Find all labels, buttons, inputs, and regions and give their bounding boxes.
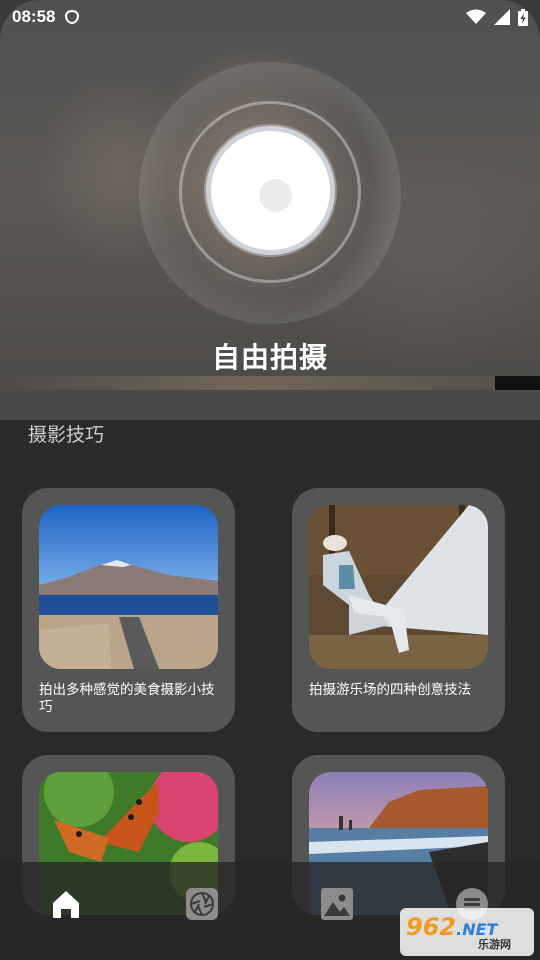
section-title: 摄影技巧	[28, 424, 105, 446]
battery-icon	[518, 8, 528, 26]
hero-title[interactable]: 自由拍摄	[0, 336, 540, 376]
woman-tent-camping-photo	[309, 505, 488, 669]
status-icons	[466, 8, 528, 26]
tip-card[interactable]: 拍摄游乐场的四种创意技法	[292, 488, 505, 732]
watermark-logo: 962	[406, 912, 457, 941]
nav-home[interactable]	[46, 884, 86, 924]
tip-card-label: 拍出多种感觉的美食摄影小技巧	[39, 682, 215, 715]
free-shoot-button[interactable]	[206, 126, 335, 255]
mountain-lake-road-photo	[39, 505, 218, 669]
hero-divider-band	[0, 376, 495, 390]
tip-card[interactable]: 拍出多种感觉的美食摄影小技巧	[22, 488, 235, 732]
nav-gallery[interactable]	[317, 884, 357, 924]
site-watermark: 962 .NET 乐游网	[400, 908, 534, 956]
home-icon	[53, 891, 79, 918]
status-time: 08:58	[12, 7, 56, 26]
watermark-net: .NET	[456, 919, 498, 939]
wifi-icon	[466, 9, 486, 24]
shutter-center-dot	[259, 179, 292, 212]
signal-icon	[494, 9, 510, 25]
status-bar: 08:58	[0, 0, 540, 34]
hero-band-edge	[495, 376, 540, 390]
shield-icon	[65, 10, 80, 24]
nav-camera[interactable]	[182, 884, 222, 924]
app-screen: 08:58 自由拍摄 摄影技巧 拍出多种感觉的美食摄影小技巧 拍摄游乐场的四种创…	[0, 0, 540, 960]
gallery-icon	[321, 888, 353, 920]
tip-card-label: 拍摄游乐场的四种创意技法	[309, 682, 471, 698]
watermark-text: 乐游网	[478, 937, 511, 951]
camera-aperture-icon	[186, 888, 218, 920]
